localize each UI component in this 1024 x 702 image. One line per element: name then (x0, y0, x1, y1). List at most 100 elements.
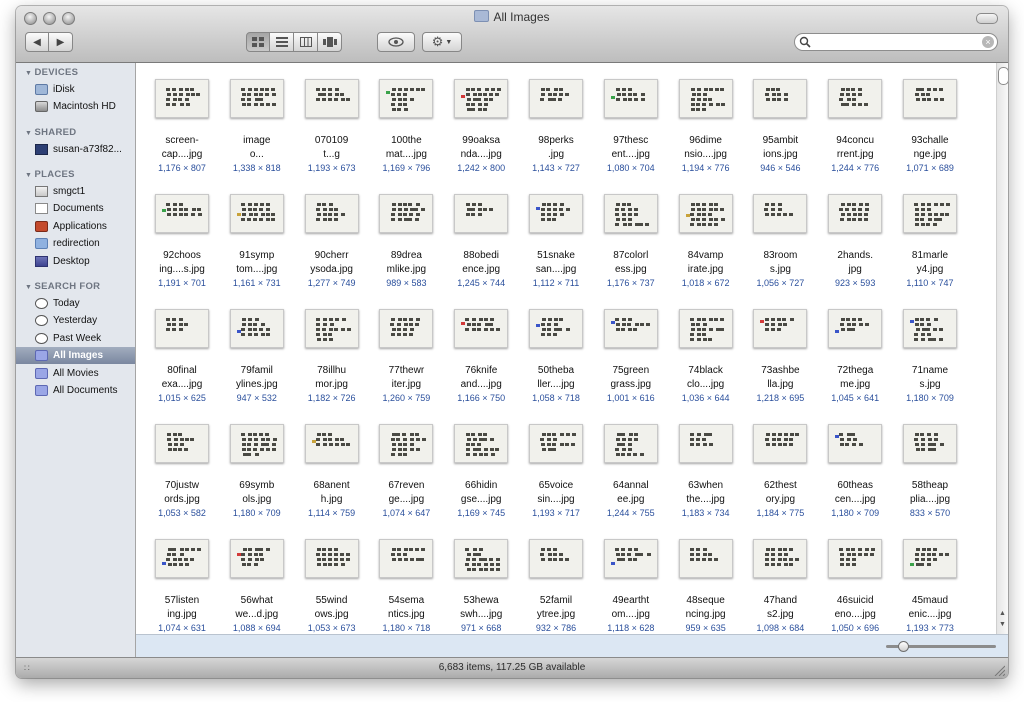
file-item[interactable]: 80final exa....jpg 1,015 × 625 (144, 309, 220, 404)
image-thumbnail[interactable] (454, 424, 509, 463)
image-thumbnail[interactable] (529, 194, 583, 233)
image-thumbnail[interactable] (379, 424, 434, 463)
file-item[interactable]: 46suicid eno....jpg 1,050 × 696 (817, 539, 893, 634)
file-item[interactable]: 50theba ller....jpg 1,058 × 718 (518, 309, 594, 404)
sidebar-item-all-images[interactable]: All Images (16, 347, 135, 365)
sidebar-item-today[interactable]: Today (16, 295, 135, 312)
icon-view-button[interactable] (246, 32, 270, 52)
image-thumbnail[interactable] (454, 194, 509, 233)
sidebar-item-susan-a73f82[interactable]: susan-a73f82... (16, 141, 135, 158)
image-thumbnail[interactable] (229, 539, 284, 578)
image-thumbnail[interactable] (304, 194, 359, 233)
file-item[interactable]: 70justw ords.jpg 1,053 × 582 (144, 424, 220, 519)
image-thumbnail[interactable] (379, 79, 434, 118)
image-thumbnail[interactable] (753, 539, 808, 578)
image-thumbnail[interactable] (903, 539, 957, 578)
vertical-scrollbar[interactable]: ▲ ▼ (996, 63, 1008, 634)
file-item[interactable]: 48seque ncing.jpg 959 × 635 (668, 539, 744, 634)
image-thumbnail[interactable] (828, 539, 883, 578)
toolbar-toggle-button[interactable] (976, 13, 998, 24)
file-item[interactable]: 53hewa swh....jpg 971 × 668 (443, 539, 519, 634)
forward-button[interactable]: ▶ (49, 32, 73, 52)
image-thumbnail[interactable] (828, 309, 883, 348)
file-item[interactable]: 62thest ory.jpg 1,184 × 775 (742, 424, 818, 519)
clear-icon[interactable]: × (982, 36, 994, 48)
file-item[interactable]: 73ashbe lla.jpg 1,218 × 695 (742, 309, 818, 404)
image-thumbnail[interactable] (753, 424, 808, 463)
file-item[interactable]: 83room s.jpg 1,056 × 727 (742, 194, 818, 289)
file-item[interactable]: 78illhu mor.jpg 1,182 × 726 (294, 309, 370, 404)
file-item[interactable]: 56what we...d.jpg 1,088 × 694 (219, 539, 295, 634)
file-item[interactable]: 96dime nsio....jpg 1,194 × 776 (668, 79, 744, 174)
file-item[interactable]: 63when the....jpg 1,183 × 734 (668, 424, 744, 519)
image-thumbnail[interactable] (903, 309, 957, 348)
image-thumbnail[interactable] (603, 424, 658, 463)
file-item[interactable]: 54sema ntics.jpg 1,180 × 718 (368, 539, 444, 634)
file-item[interactable]: 71name s.jpg 1,180 × 709 (892, 309, 968, 404)
coverflow-view-button[interactable] (318, 32, 342, 52)
list-view-button[interactable] (270, 32, 294, 52)
file-item[interactable]: 64annal ee.jpg 1,244 × 755 (593, 424, 669, 519)
file-item[interactable]: 79famil ylines.jpg 947 × 532 (219, 309, 295, 404)
action-menu-button[interactable]: ⚙ ▼ (422, 32, 462, 52)
file-item[interactable]: 97thesc ent....jpg 1,080 × 704 (593, 79, 669, 174)
search-input[interactable] (813, 35, 977, 50)
shared-section-header[interactable]: ▼ SHARED (25, 127, 76, 138)
image-thumbnail[interactable] (828, 424, 883, 463)
search-section-header[interactable]: ▼ SEARCH FOR (25, 281, 100, 292)
file-item[interactable]: 87colorl ess.jpg 1,176 × 737 (593, 194, 669, 289)
file-item[interactable]: 91symp tom....jpg 1,161 × 731 (219, 194, 295, 289)
sidebar-item-idisk[interactable]: iDisk (16, 81, 135, 98)
sidebar-item-past-week[interactable]: Past Week (16, 330, 135, 347)
image-thumbnail[interactable] (379, 194, 434, 233)
file-item[interactable]: 72thega me.jpg 1,045 × 641 (817, 309, 893, 404)
devices-section-header[interactable]: ▼ DEVICES (25, 67, 78, 78)
image-thumbnail[interactable] (454, 539, 509, 578)
image-thumbnail[interactable] (304, 79, 359, 118)
image-thumbnail[interactable] (155, 79, 209, 118)
image-thumbnail[interactable] (753, 194, 808, 233)
resize-grip-icon[interactable] (993, 664, 1005, 676)
file-grid[interactable]: screen-cap....jpg 1,176 × 807 image o... 1,3… (136, 63, 1008, 634)
image-thumbnail[interactable] (603, 309, 658, 348)
file-item[interactable]: 45maud enic....jpg 1,193 × 773 (892, 539, 968, 634)
file-item[interactable]: 69symb ols.jpg 1,180 × 709 (219, 424, 295, 519)
file-item[interactable]: 94concu rrent.jpg 1,244 × 776 (817, 79, 893, 174)
image-thumbnail[interactable] (529, 309, 583, 348)
file-item[interactable]: image o... 1,338 × 818 (219, 79, 295, 174)
search-field[interactable]: × (794, 33, 998, 51)
sidebar-item-all-documents[interactable]: All Documents (16, 382, 135, 399)
image-thumbnail[interactable] (753, 79, 808, 118)
image-thumbnail[interactable] (903, 79, 957, 118)
image-thumbnail[interactable] (155, 309, 209, 348)
icon-size-slider[interactable] (886, 641, 996, 652)
sidebar-item-macintosh-hd[interactable]: Macintosh HD (16, 98, 135, 115)
back-button[interactable]: ◀ (25, 32, 49, 52)
image-thumbnail[interactable] (678, 79, 733, 118)
file-item[interactable]: 95ambit ions.jpg 946 × 546 (742, 79, 818, 174)
file-item[interactable]: 55wind ows.jpg 1,053 × 673 (294, 539, 370, 634)
image-thumbnail[interactable] (753, 309, 808, 348)
file-item[interactable]: 67reven ge....jpg 1,074 × 647 (368, 424, 444, 519)
file-item[interactable]: 58theap plia....jpg 833 × 570 (892, 424, 968, 519)
file-item[interactable]: screen-cap....jpg 1,176 × 807 (144, 79, 220, 174)
image-thumbnail[interactable] (155, 194, 209, 233)
column-view-button[interactable] (294, 32, 318, 52)
sidebar-item-desktop[interactable]: Desktop (16, 253, 135, 270)
image-thumbnail[interactable] (903, 194, 957, 233)
file-item[interactable]: 52famil ytree.jpg 932 × 786 (518, 539, 594, 634)
scroll-up-arrow-icon[interactable]: ▲ (999, 610, 1006, 617)
file-item[interactable]: 93challe nge.jpg 1,071 × 689 (892, 79, 968, 174)
image-thumbnail[interactable] (379, 539, 434, 578)
scroll-down-arrow-icon[interactable]: ▼ (999, 621, 1006, 628)
sidebar-item-smgct1[interactable]: smgct1 (16, 183, 135, 200)
file-item[interactable]: 74black clo....jpg 1,036 × 644 (668, 309, 744, 404)
image-thumbnail[interactable] (828, 194, 883, 233)
image-thumbnail[interactable] (229, 309, 284, 348)
image-thumbnail[interactable] (454, 79, 509, 118)
file-item[interactable]: 81marle y4.jpg 1,110 × 747 (892, 194, 968, 289)
image-thumbnail[interactable] (529, 79, 583, 118)
slider-thumb[interactable] (898, 641, 909, 652)
sidebar-item-all-movies[interactable]: All Movies (16, 365, 135, 382)
image-thumbnail[interactable] (155, 539, 209, 578)
